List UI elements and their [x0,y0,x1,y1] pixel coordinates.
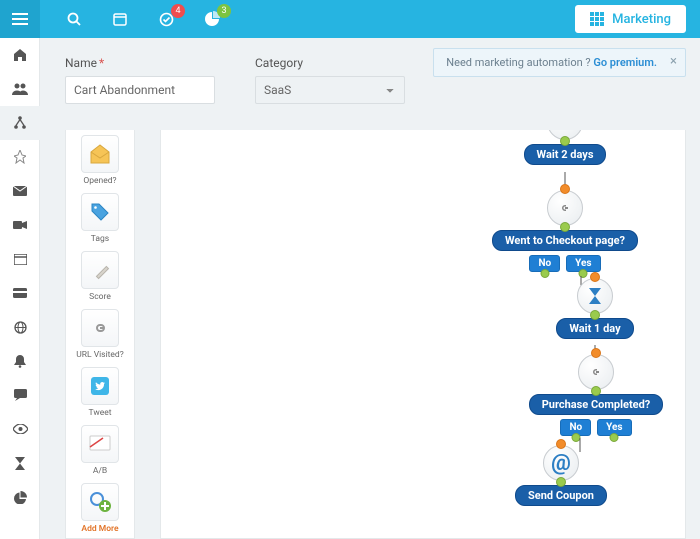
data-icon[interactable]: 3 [203,10,221,28]
nav-video[interactable] [0,208,40,242]
palette-tags[interactable]: Tags [71,193,129,244]
nav-globe[interactable] [0,310,40,344]
node-send-coupon[interactable]: @ Send Coupon [501,445,621,506]
add-more-icon [81,483,119,521]
nav-contacts[interactable] [0,72,40,106]
nav-home[interactable] [0,38,40,72]
category-group: Category SaaS [255,56,405,104]
palette-opened[interactable]: Opened? [71,135,129,186]
palette-tweet[interactable]: Tweet [71,367,129,418]
palette: Opened? Tags Score URL Visited? Tweet A/… [65,130,135,539]
notice-text: Need marketing automation ? [446,56,593,69]
purchase-yes[interactable]: Yes [597,419,631,436]
nav-eye[interactable] [0,412,40,446]
checkout-yes[interactable]: Yes [566,255,600,272]
purchase-no[interactable]: No [560,419,591,436]
node-purchase-question[interactable]: Purchase Completed? No Yes [511,354,681,436]
alerts-badge: 4 [171,4,185,18]
node-wait-1-day[interactable]: Wait 1 day [545,278,645,339]
link-icon [547,190,583,226]
nav-chart[interactable] [0,480,40,514]
checkout-no[interactable]: No [529,255,560,272]
tag-icon [81,193,119,231]
left-nav [0,38,40,539]
calendar-icon[interactable] [111,10,129,28]
flow-canvas[interactable]: Wait 2 days Went to Checkout page? No Ye… [160,130,686,539]
topbar: 4 3 Marketing [0,0,700,38]
hourglass-icon [577,278,613,314]
nav-bell[interactable] [0,344,40,378]
category-select[interactable]: SaaS [255,76,405,104]
node-wait-2-days[interactable]: Wait 2 days [515,130,615,165]
link-icon [578,354,614,390]
go-premium-link[interactable]: Go premium. [593,56,657,69]
nav-automation[interactable] [0,106,40,140]
nav-pin[interactable] [0,140,40,174]
node-checkout-question[interactable]: Went to Checkout page? No Yes [465,190,665,272]
name-group: Name* [65,56,215,104]
name-label: Name* [65,56,215,70]
nav-mail[interactable] [0,174,40,208]
palette-score[interactable]: Score [71,251,129,302]
palette-url-visited[interactable]: URL Visited? [71,309,129,360]
clock-icon [547,130,583,140]
menu-toggle[interactable] [0,0,40,38]
canvas-wrap: Opened? Tags Score URL Visited? Tweet A/… [65,130,686,539]
at-icon: @ [543,445,579,481]
palette-ab[interactable]: A/B [71,425,129,476]
topbar-icons: 4 3 [65,10,221,28]
data-badge: 3 [217,4,231,18]
premium-notice: Need marketing automation ? Go premium. … [433,48,686,77]
link-icon [81,309,119,347]
marketing-button[interactable]: Marketing [575,5,686,33]
category-label: Category [255,56,405,70]
nav-chat[interactable] [0,378,40,412]
grid-icon [590,12,604,26]
notice-close[interactable]: × [670,55,677,68]
search-icon[interactable] [65,10,83,28]
palette-add-more[interactable]: Add More [71,483,129,534]
alerts-icon[interactable]: 4 [157,10,175,28]
pencil-icon [81,251,119,289]
nav-window[interactable] [0,242,40,276]
nav-hourglass[interactable] [0,446,40,480]
nav-card[interactable] [0,276,40,310]
ab-test-icon [81,425,119,463]
envelope-open-icon [81,135,119,173]
twitter-icon [81,367,119,405]
name-input[interactable] [65,76,215,104]
content: Need marketing automation ? Go premium. … [40,38,700,539]
marketing-label: Marketing [612,12,671,27]
